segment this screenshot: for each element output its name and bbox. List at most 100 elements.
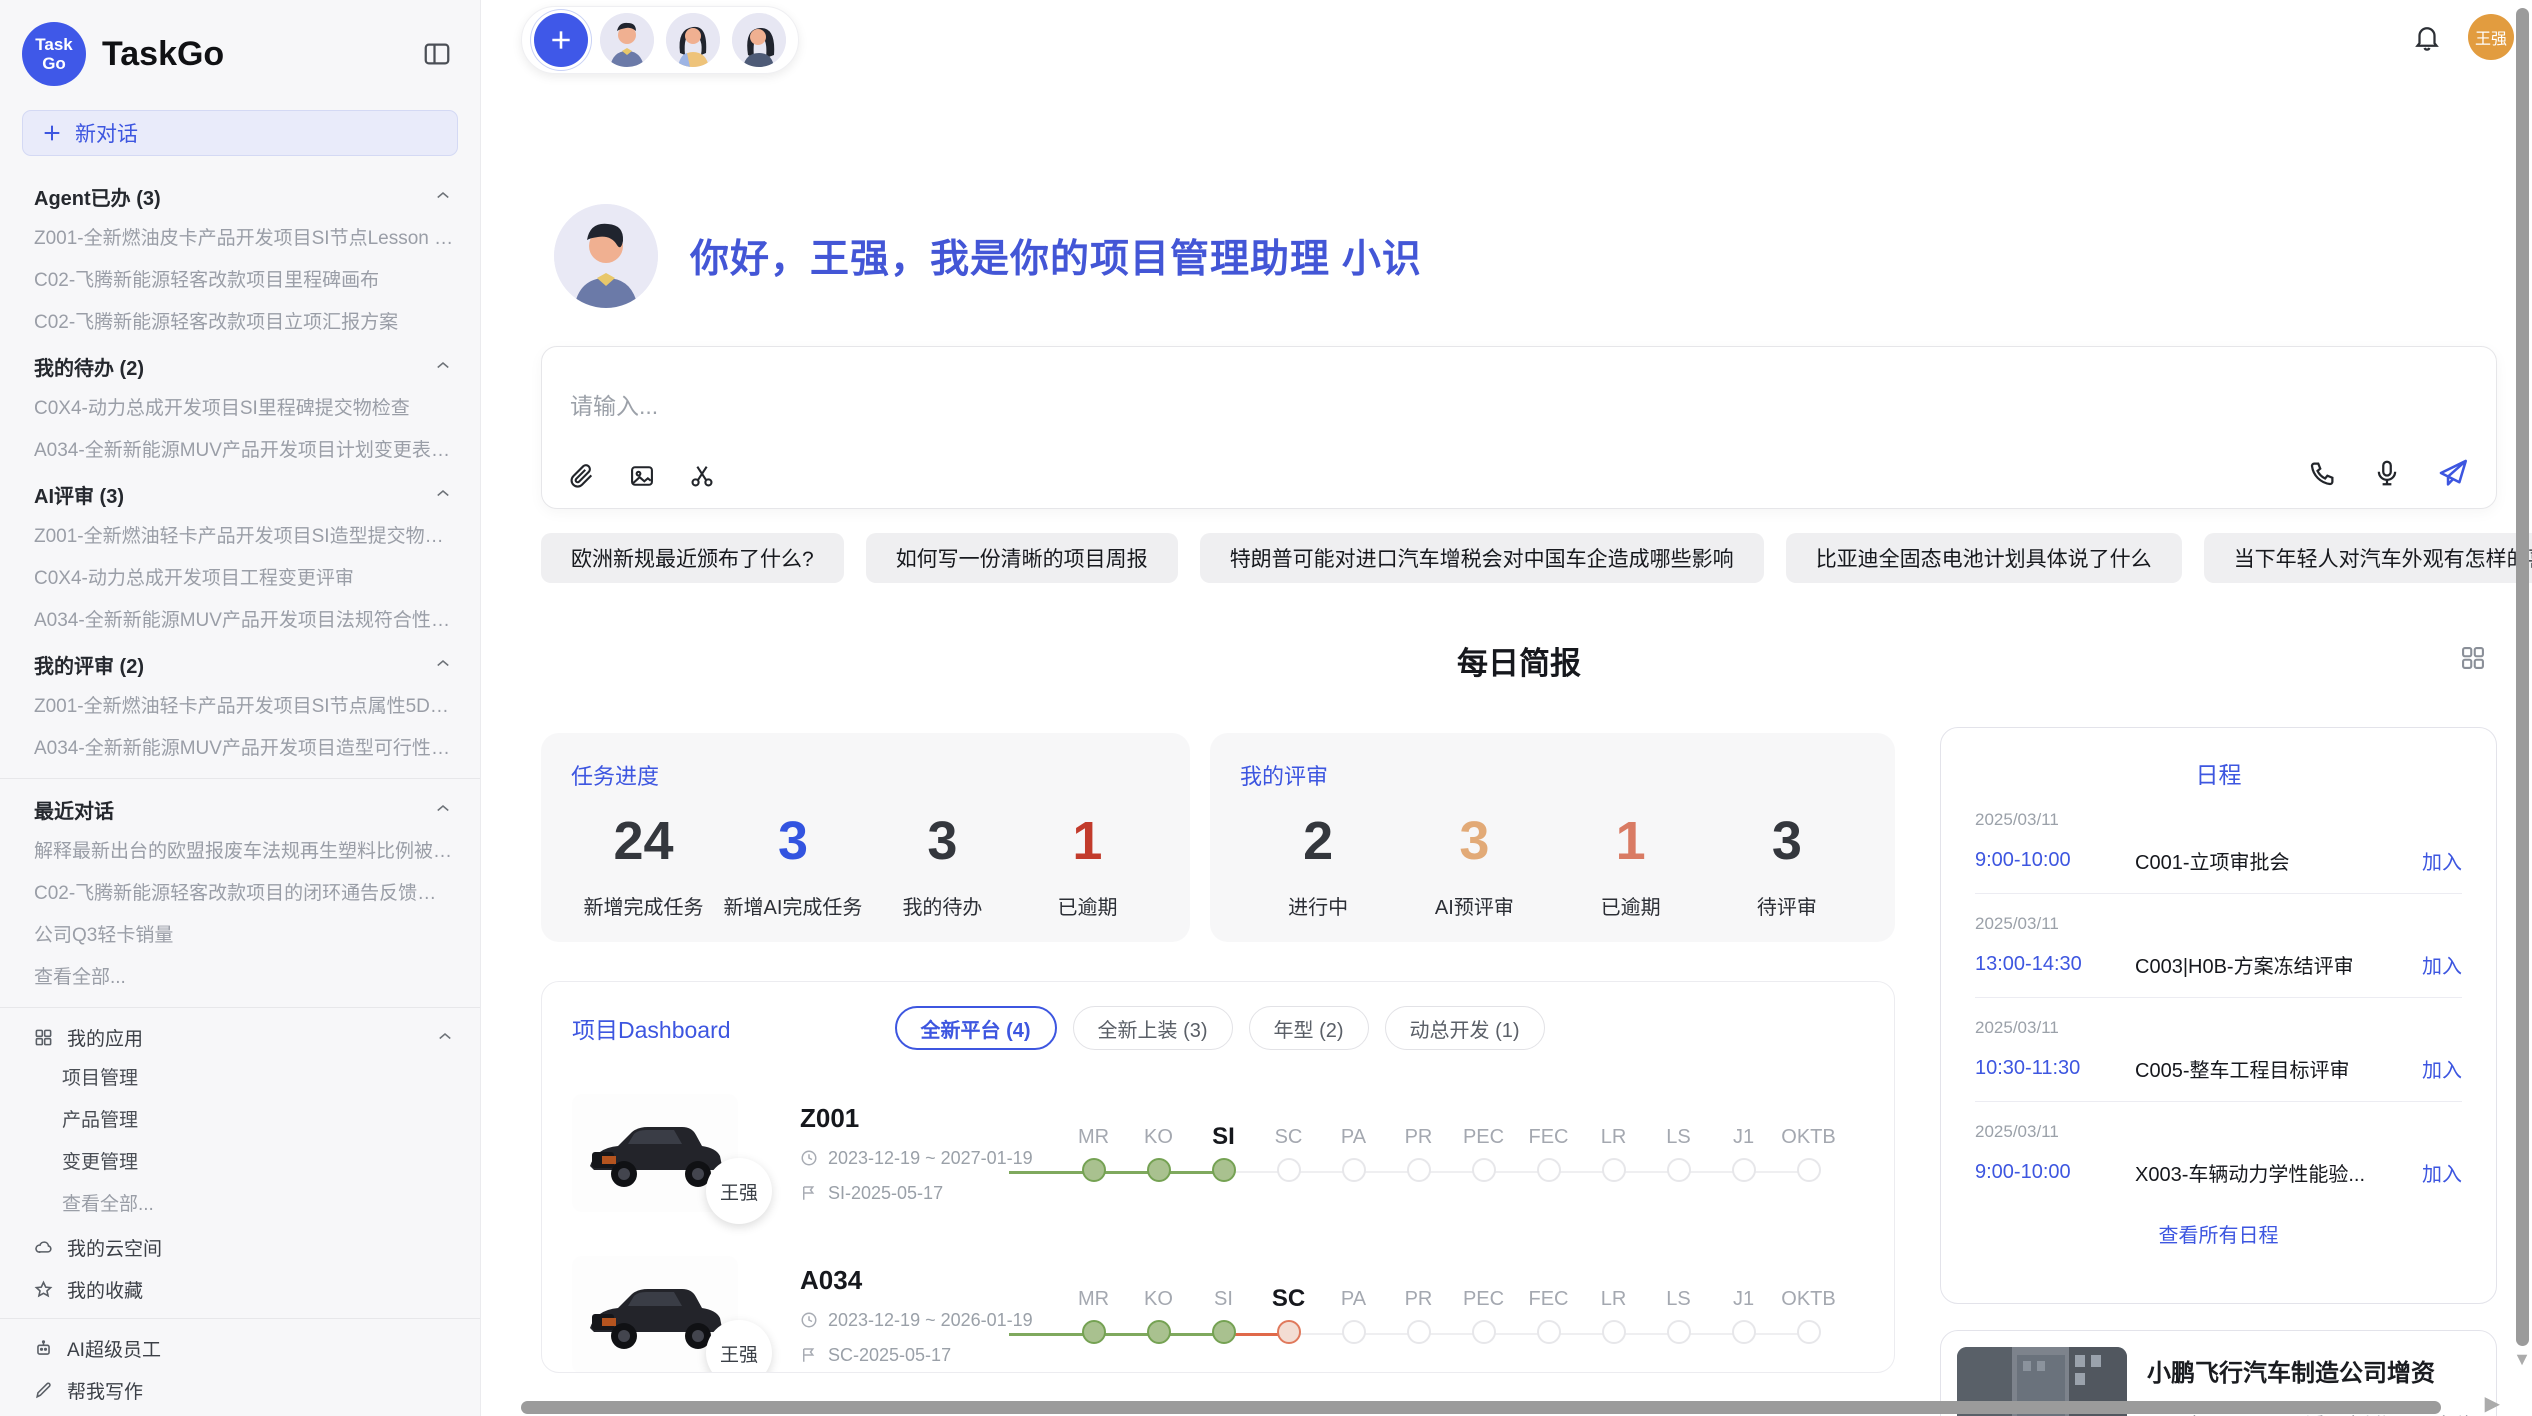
list-item[interactable]: Z001-全新燃油皮卡产品开发项目SI节点Lesson Learn报告: [0, 218, 480, 260]
join-link[interactable]: 加入: [2422, 1054, 2462, 1083]
list-item[interactable]: A034-全新新能源MUV产品开发项目造型可行性评审: [0, 728, 480, 770]
milestone-dot: [1082, 1320, 1106, 1344]
list-item[interactable]: A034-全新新能源MUV产品开发项目计划变更表编写: [0, 430, 480, 472]
assistant-avatar: [554, 204, 658, 308]
chevron-up-icon[interactable]: [434, 485, 452, 503]
join-link[interactable]: 加入: [2422, 846, 2462, 875]
sidebar-item-change-mgmt[interactable]: 变更管理: [0, 1142, 480, 1184]
milestone-track: MR KO SI SC PA PR PEC FEC LR LS J1 OKTB: [1061, 1283, 1864, 1348]
milestone-dot: [1602, 1320, 1626, 1344]
join-link[interactable]: 加入: [2422, 950, 2462, 979]
sidebar-item-ai-staff[interactable]: AI超级员工: [0, 1327, 480, 1369]
chevron-up-icon[interactable]: [434, 187, 452, 205]
list-item[interactable]: C02-飞腾新能源轻客改款项目的闭环通告反馈情况: [0, 873, 480, 915]
suggestion-chip[interactable]: 欧洲新规最近颁布了什么?: [541, 533, 844, 583]
milestone-dot: [1147, 1320, 1171, 1344]
suggestion-chip[interactable]: 如何写一份清晰的项目周报: [866, 533, 1178, 583]
horizontal-scrollbar[interactable]: [521, 1401, 2441, 1414]
sidebar-item-my-apps[interactable]: 我的应用: [0, 1016, 480, 1058]
avatar[interactable]: [666, 13, 720, 67]
group-agent-done[interactable]: Agent已办 (3): [0, 174, 480, 218]
group-recent-chats[interactable]: 最近对话: [0, 787, 480, 831]
avatar[interactable]: [732, 13, 786, 67]
assistant-greeting: 你好，王强，我是你的项目管理助理 小识: [554, 204, 1422, 308]
new-chat-label: 新对话: [75, 118, 138, 148]
schedule-card: 日程 2025/03/11 9:00-10:00 C001-立项审批会 加入 2…: [1940, 727, 2497, 1304]
topbar-right: 王强: [2412, 14, 2514, 60]
milestone-dot: [1212, 1158, 1236, 1182]
list-item[interactable]: C0X4-动力总成开发项目SI里程碑提交物检查: [0, 388, 480, 430]
list-item[interactable]: 查看全部...: [0, 957, 480, 999]
suggestion-chip[interactable]: 当下年轻人对汽车外观有怎样的喜好趋势: [2204, 533, 2532, 583]
sidebar-item-favorites[interactable]: 我的收藏: [0, 1268, 480, 1310]
image-icon[interactable]: [628, 462, 656, 490]
microphone-icon[interactable]: [2372, 458, 2402, 488]
view-all-schedule-link[interactable]: 查看所有日程: [1975, 1219, 2462, 1248]
list-item[interactable]: Z001-全新燃油轻卡产品开发项目SI造型提交物评审: [0, 516, 480, 558]
greeting-text: 你好，王强，我是你的项目管理助理 小识: [690, 228, 1422, 284]
sidebar-collapse-icon[interactable]: [420, 37, 454, 71]
project-milestone-date: SI-2025-05-17: [800, 1183, 1055, 1204]
sidebar-item-write-helper[interactable]: 帮我写作: [0, 1369, 480, 1411]
sidebar-item-product-mgmt[interactable]: 产品管理: [0, 1100, 480, 1142]
schedule-event: 2025/03/11 10:30-11:30 C005-整车工程目标评审 加入: [1975, 998, 2462, 1102]
card-title: 我的评审: [1240, 759, 1865, 791]
list-item[interactable]: 公司Q3轻卡销量: [0, 915, 480, 957]
stat: 24 新增完成任务: [579, 809, 709, 920]
new-chat-button[interactable]: 新对话: [22, 110, 458, 156]
tab-new-body[interactable]: 全新上装 (3): [1073, 1006, 1233, 1050]
avatar[interactable]: [600, 13, 654, 67]
chevron-up-icon[interactable]: [434, 357, 452, 375]
sidebar-item-project-mgmt[interactable]: 项目管理: [0, 1058, 480, 1100]
list-item[interactable]: 解释最新出台的欧盟报废车法规再生塑料比例被调至15%...: [0, 831, 480, 873]
suggestion-chip[interactable]: 比亚迪全固态电池计划具体说了什么: [1786, 533, 2182, 583]
sidebar-item-cloud-space[interactable]: 我的云空间: [0, 1226, 480, 1268]
event-date: 2025/03/11: [1975, 1122, 2462, 1142]
scissors-icon[interactable]: [688, 462, 716, 490]
chevron-up-icon[interactable]: [436, 1028, 454, 1046]
stats-row: 任务进度 24 新增完成任务 3 新增AI完成任务 3 我的待办: [541, 733, 1895, 942]
attachment-icon[interactable]: [568, 462, 596, 490]
tab-year-model[interactable]: 年型 (2): [1249, 1006, 1369, 1050]
chevron-up-icon[interactable]: [434, 800, 452, 818]
project-row[interactable]: 王强 A034 2023-12-19 ~ 2026-01-19 SC-2025-…: [572, 1256, 1864, 1373]
list-item[interactable]: A034-全新新能源MUV产品开发项目法规符合性评审: [0, 600, 480, 642]
layout-grid-icon[interactable]: [2459, 644, 2487, 672]
phone-icon[interactable]: [2308, 458, 2338, 488]
chat-input[interactable]: [542, 347, 2496, 447]
suggestion-chip[interactable]: 特朗普可能对进口汽车增税会对中国车企造成哪些影响: [1200, 533, 1764, 583]
scroll-right-arrow[interactable]: ▶: [2485, 1391, 2500, 1416]
milestone-dot: [1797, 1320, 1821, 1344]
group-my-todo[interactable]: 我的待办 (2): [0, 344, 480, 388]
notification-bell-icon[interactable]: [2412, 22, 2442, 52]
user-avatar[interactable]: 王强: [2468, 14, 2514, 60]
list-item[interactable]: C02-飞腾新能源轻客改款项目立项汇报方案: [0, 302, 480, 344]
chevron-up-icon[interactable]: [434, 655, 452, 673]
join-link[interactable]: 加入: [2422, 1158, 2462, 1187]
send-icon[interactable]: [2436, 456, 2470, 490]
tab-new-platform[interactable]: 全新平台 (4): [895, 1006, 1057, 1050]
plus-icon: [41, 122, 63, 144]
group-my-review[interactable]: 我的评审 (2): [0, 642, 480, 686]
event-date: 2025/03/11: [1975, 1018, 2462, 1038]
list-item[interactable]: Z001-全新燃油轻卡产品开发项目SI节点属性5D文件评审: [0, 686, 480, 728]
group-ai-review[interactable]: AI评审 (3): [0, 472, 480, 516]
project-image: 王强: [572, 1094, 738, 1212]
scroll-down-arrow[interactable]: ▼: [2513, 1349, 2531, 1370]
sidebar-item-view-all-apps[interactable]: 查看全部...: [0, 1184, 480, 1226]
tab-powertrain[interactable]: 动总开发 (1): [1385, 1006, 1545, 1050]
vertical-scrollbar[interactable]: [2516, 8, 2529, 1346]
milestone-dot: [1537, 1158, 1561, 1182]
suggestion-chips: 欧洲新规最近颁布了什么? 如何写一份清晰的项目周报 特朗普可能对进口汽车增税会对…: [541, 533, 2497, 583]
plus-icon: [548, 27, 574, 53]
project-row[interactable]: 王强 Z001 2023-12-19 ~ 2027-01-19 SI-2025-…: [572, 1094, 1864, 1212]
event-name: C003|H0B-方案冻结评审: [2135, 950, 2408, 979]
add-member-button[interactable]: [534, 13, 588, 67]
sidebar-item-creative-draw[interactable]: 创意制图: [0, 1411, 480, 1416]
list-item[interactable]: C02-飞腾新能源轻客改款项目里程碑画布: [0, 260, 480, 302]
dashboard-title: 项目Dashboard: [572, 1011, 731, 1045]
milestone-dot: [1212, 1320, 1236, 1344]
task-progress-card: 任务进度 24 新增完成任务 3 新增AI完成任务 3 我的待办: [541, 733, 1190, 942]
cloud-icon: [34, 1238, 53, 1257]
list-item[interactable]: C0X4-动力总成开发项目工程变更评审: [0, 558, 480, 600]
